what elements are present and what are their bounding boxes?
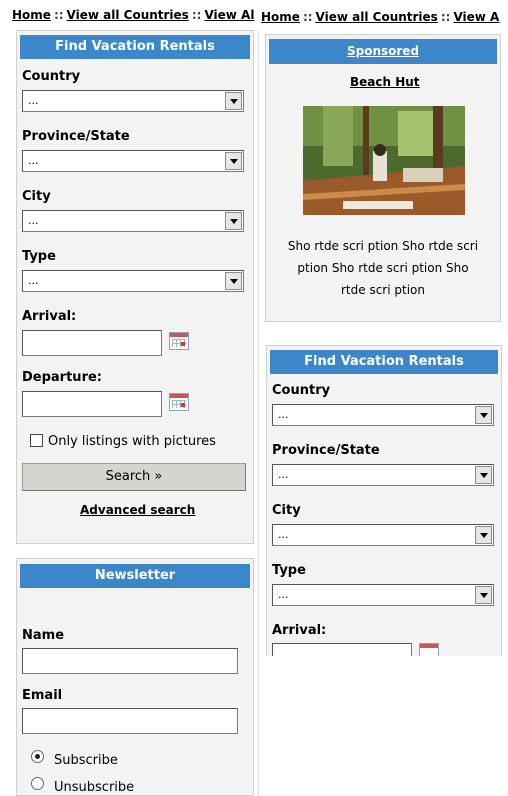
listing-title-link[interactable]: Beach Hut: [350, 75, 420, 89]
country-select[interactable]: ...: [272, 404, 494, 426]
province-select[interactable]: ...: [22, 150, 244, 172]
calendar-icon[interactable]: [169, 393, 189, 411]
panel-title: Find Vacation Rentals: [20, 35, 250, 59]
listing-photo[interactable]: [303, 106, 465, 215]
chevron-down-icon[interactable]: [225, 152, 242, 170]
arrival-input[interactable]: [272, 643, 412, 657]
pictures-label: Only listings with pictures: [48, 434, 216, 449]
advanced-search-link[interactable]: Advanced search: [80, 503, 195, 517]
unsubscribe-label: Unsubscribe: [54, 780, 135, 795]
province-select[interactable]: ...: [272, 464, 494, 486]
pictures-checkbox[interactable]: [30, 434, 43, 447]
country-label: Country: [272, 383, 331, 398]
arrival-label: Arrival:: [272, 623, 327, 638]
email-input[interactable]: [22, 708, 238, 734]
breadcrumb: Home:: View all Countries:: View Al: [12, 8, 260, 26]
home-link[interactable]: Home: [12, 8, 51, 22]
chevron-down-icon[interactable]: [225, 272, 242, 290]
type-label: Type: [22, 249, 56, 264]
home-link[interactable]: Home: [261, 10, 300, 24]
view-link[interactable]: View Al: [204, 8, 254, 22]
all-countries-link[interactable]: View all Countries: [316, 10, 438, 24]
chevron-down-icon[interactable]: [225, 92, 242, 110]
breadcrumb: Home:: View all Countries:: View A: [261, 10, 508, 28]
calendar-icon[interactable]: [419, 643, 439, 657]
city-select[interactable]: ...: [272, 524, 494, 546]
chevron-down-icon[interactable]: [475, 586, 492, 604]
subscribe-label: Subscribe: [54, 753, 118, 768]
arrival-label: Arrival:: [22, 309, 77, 324]
country-label: Country: [22, 69, 81, 84]
listing-description: Sho rtde scri ption Sho rtde scri ption …: [287, 239, 479, 297]
subscribe-radio[interactable]: [31, 750, 44, 763]
type-label: Type: [272, 563, 306, 578]
column-divider: [258, 30, 259, 796]
city-label: City: [22, 189, 51, 204]
chevron-down-icon[interactable]: [225, 212, 242, 230]
chevron-down-icon[interactable]: [475, 526, 492, 544]
calendar-icon[interactable]: [169, 332, 189, 350]
type-select[interactable]: ...: [272, 584, 494, 606]
chevron-down-icon[interactable]: [475, 466, 492, 484]
province-label: Province/State: [272, 443, 380, 458]
name-input[interactable]: [22, 648, 238, 674]
email-label: Email: [22, 688, 63, 703]
search-button[interactable]: Search »: [22, 463, 246, 491]
city-label: City: [272, 503, 301, 518]
unsubscribe-radio[interactable]: [31, 777, 44, 790]
province-label: Province/State: [22, 129, 130, 144]
panel-title: Find Vacation Rentals: [270, 350, 498, 374]
type-select[interactable]: ...: [22, 270, 244, 292]
all-countries-link[interactable]: View all Countries: [67, 8, 189, 22]
chevron-down-icon[interactable]: [475, 406, 492, 424]
panel-title: Newsletter: [20, 564, 250, 588]
sponsored-title[interactable]: Sponsored: [269, 39, 497, 64]
departure-input[interactable]: [22, 391, 162, 417]
newsletter-panel: Newsletter: [16, 558, 254, 796]
arrival-input[interactable]: [22, 330, 162, 356]
view-link[interactable]: View A: [453, 10, 499, 24]
blank-area: [260, 656, 508, 796]
country-select[interactable]: ...: [22, 90, 244, 112]
name-label: Name: [22, 628, 65, 643]
departure-label: Departure:: [22, 370, 102, 385]
city-select[interactable]: ...: [22, 210, 244, 232]
